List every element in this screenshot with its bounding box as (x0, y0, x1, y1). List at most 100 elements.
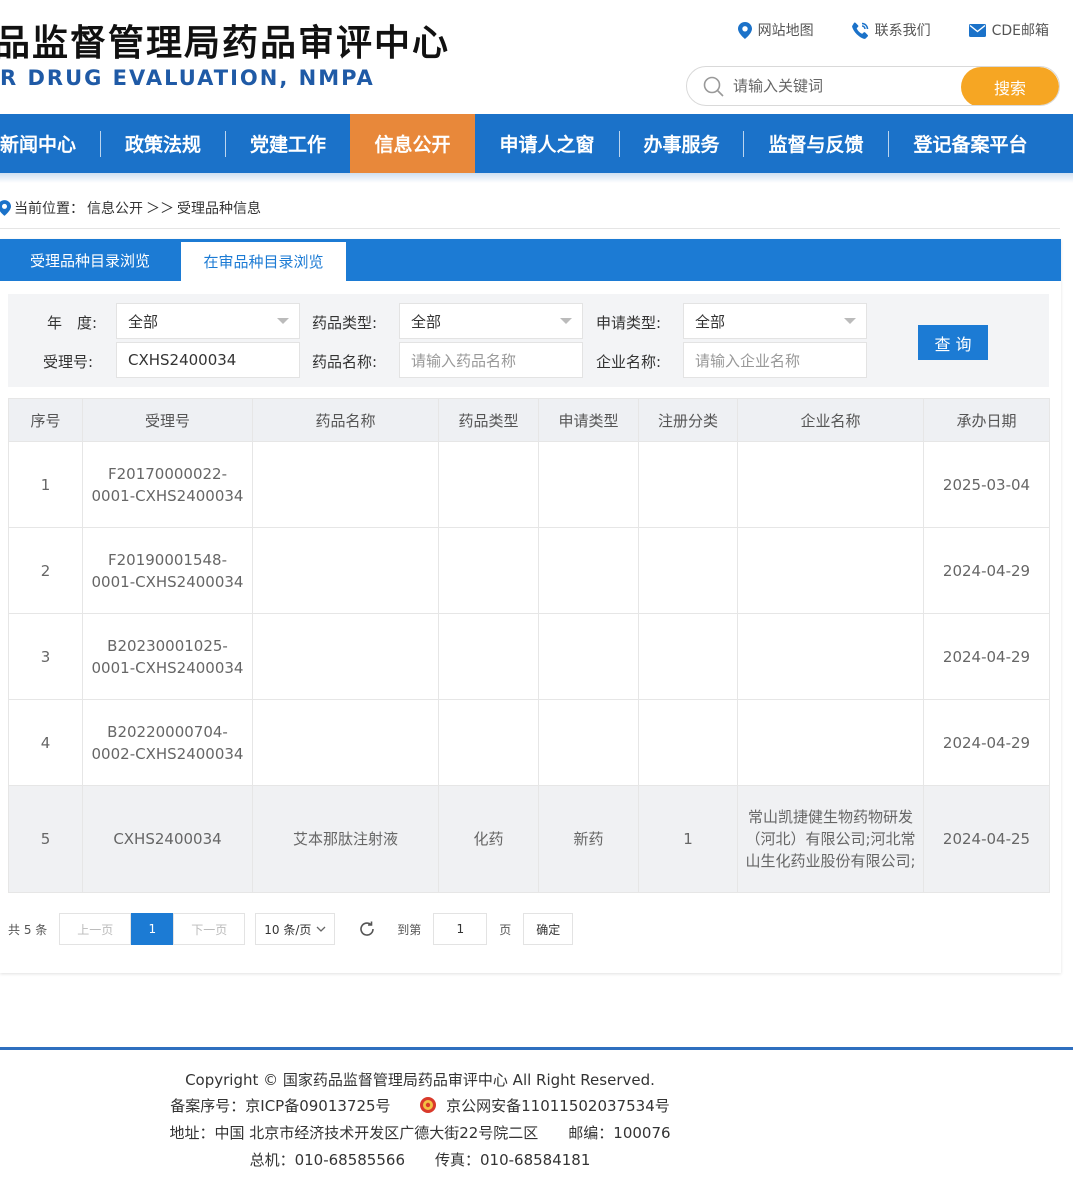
page-unit-label: 页 (499, 922, 512, 937)
cell-apply-type (538, 613, 639, 700)
nav-item-registration[interactable]: 登记备案平台 (889, 114, 1052, 173)
phone-fax-text: 总机：010-68585566 传真：010-68584181 (249, 1151, 591, 1169)
breadcrumb-divider (0, 228, 1060, 229)
cell-date: 2024-04-29 (923, 613, 1050, 700)
cell-accept-no: F20170000022-0001-CXHS2400034 (82, 441, 253, 528)
cell-reg-class (638, 613, 738, 700)
contact-label: 联系我们 (874, 23, 931, 39)
filter-form: 年 度: 全部 药品类型: 全部 申请类型: 全部 受理号: CXHS24000… (8, 294, 1049, 387)
table-row[interactable]: 1 F20170000022-0001-CXHS2400034 2025-03-… (8, 441, 1050, 528)
record-row: 备案序号：京ICP备09013725号 京公网安备11011502037534号 (0, 1095, 840, 1116)
table-row[interactable]: 5 CXHS2400034 艾本那肽注射液 化药 新药 1 常山凯捷健生物药物研… (8, 785, 1050, 893)
year-select[interactable]: 全部 (116, 303, 300, 339)
page-size-value: 10 条/页 (264, 922, 312, 937)
cell-company (737, 441, 924, 528)
search-input[interactable] (733, 67, 963, 105)
cell-company (737, 613, 924, 700)
col-header-drug-type: 药品类型 (438, 398, 539, 442)
cell-date: 2024-04-29 (923, 699, 1050, 786)
cell-accept-no: B20220000704-0002-CXHS2400034 (82, 699, 253, 786)
confirm-goto-button[interactable]: 确定 (523, 913, 574, 945)
col-header-accept-no: 受理号 (82, 398, 253, 442)
table-header-row: 序号 受理号 药品名称 药品类型 申请类型 注册分类 企业名称 承办日期 (8, 398, 1050, 442)
site-title-cn[interactable]: 品监督管理局药品审评中心 (0, 14, 450, 66)
chevron-down-icon (844, 318, 856, 324)
chevron-down-icon (277, 318, 289, 324)
page-size-select[interactable]: 10 条/页 (255, 913, 336, 945)
cell-apply-type (538, 527, 639, 614)
police-emblem-icon (420, 1097, 437, 1113)
nav-item-info-public[interactable]: 信息公开 (350, 114, 475, 173)
company-placeholder: 请输入企业名称 (695, 351, 801, 370)
police-record[interactable]: 京公网安备11011502037534号 (446, 1097, 670, 1115)
apply-type-select[interactable]: 全部 (683, 303, 867, 339)
drug-type-select[interactable]: 全部 (399, 303, 583, 339)
refresh-icon[interactable] (357, 919, 377, 939)
mail-link[interactable]: CDE邮箱 (968, 20, 1049, 40)
site-title-en[interactable]: R DRUG EVALUATION, NMPA (0, 66, 375, 90)
sitemap-link[interactable]: 网站地图 (737, 20, 814, 40)
col-header-drug-name: 药品名称 (252, 398, 439, 442)
company-label: 企业名称: (596, 353, 662, 371)
next-page-button[interactable]: 下一页 (173, 913, 246, 945)
cell-date: 2025-03-04 (923, 441, 1050, 528)
year-select-value: 全部 (128, 312, 159, 331)
tab-under-review-catalog[interactable]: 在审品种目录浏览 (181, 242, 346, 281)
cell-no: 4 (8, 699, 83, 786)
table-row[interactable]: 3 B20230001025-0001-CXHS2400034 2024-04-… (8, 613, 1050, 700)
cell-accept-no: CXHS2400034 (82, 785, 253, 893)
search-button[interactable]: 搜索 (961, 67, 1059, 105)
cell-date: 2024-04-29 (923, 527, 1050, 614)
col-header-company: 企业名称 (737, 398, 924, 442)
breadcrumb: 当前位置： 信息公开 ＞＞ 受理品种信息 (0, 198, 261, 218)
goto-page-input[interactable] (433, 913, 488, 945)
site-header: 品监督管理局药品审评中心 R DRUG EVALUATION, NMPA 网站地… (0, 0, 1073, 114)
nav-item-applicant[interactable]: 申请人之窗 (475, 114, 619, 173)
breadcrumb-info-public[interactable]: 信息公开 (87, 198, 143, 218)
table-row[interactable]: 2 F20190001548-0001-CXHS2400034 2024-04-… (8, 527, 1050, 614)
cell-no: 3 (8, 613, 83, 700)
query-button[interactable]: 查 询 (918, 325, 988, 360)
accept-no-input[interactable]: CXHS2400034 (116, 342, 300, 378)
apply-type-select-value: 全部 (695, 312, 726, 331)
cell-drug-type: 化药 (438, 785, 539, 893)
pagination: 共 5 条 上一页 1 下一页 10 条/页 到第 页 确定 (8, 913, 574, 945)
col-header-date: 承办日期 (923, 398, 1050, 442)
cell-no: 2 (8, 527, 83, 614)
nav-item-news[interactable]: 新闻中心 (0, 114, 100, 173)
nav-item-party[interactable]: 党建工作 (226, 114, 350, 173)
contact-link[interactable]: 联系我们 (851, 20, 931, 40)
prev-page-button[interactable]: 上一页 (59, 913, 132, 945)
tab-accepted-catalog[interactable]: 受理品种目录浏览 (0, 239, 180, 281)
cell-reg-class: 1 (638, 785, 738, 893)
chevron-down-icon (560, 318, 572, 324)
col-header-apply-type: 申请类型 (538, 398, 639, 442)
content-panel: 受理品种目录浏览 在审品种目录浏览 年 度: 全部 药品类型: 全部 申请类型:… (0, 239, 1061, 973)
total-count: 共 5 条 (8, 922, 48, 937)
search-icon (703, 76, 724, 97)
cell-reg-class (638, 699, 738, 786)
cell-company (737, 699, 924, 786)
col-header-no: 序号 (8, 398, 83, 442)
nav-shadow (0, 173, 1073, 183)
sitemap-label: 网站地图 (757, 23, 814, 39)
company-input[interactable]: 请输入企业名称 (683, 342, 867, 378)
nav-item-policy[interactable]: 政策法规 (101, 114, 225, 173)
breadcrumb-current[interactable]: 受理品种信息 (177, 198, 261, 218)
breadcrumb-separator: ＞＞ (146, 201, 174, 217)
phone-icon (851, 22, 868, 39)
drug-name-placeholder: 请输入药品名称 (411, 351, 517, 370)
table-row[interactable]: 4 B20220000704-0002-CXHS2400034 2024-04-… (8, 699, 1050, 786)
cell-company (737, 527, 924, 614)
location-pin-icon (0, 200, 11, 216)
icp-record[interactable]: 备案序号：京ICP备09013725号 (170, 1097, 390, 1115)
cell-drug-type (438, 613, 539, 700)
cell-accept-no: F20190001548-0001-CXHS2400034 (82, 527, 253, 614)
page-1-button[interactable]: 1 (131, 913, 174, 945)
nav-item-supervision[interactable]: 监督与反馈 (744, 114, 888, 173)
cell-drug-type (438, 527, 539, 614)
apply-type-label: 申请类型: (596, 314, 662, 332)
nav-item-services[interactable]: 办事服务 (620, 114, 743, 173)
drug-name-input[interactable]: 请输入药品名称 (399, 342, 583, 378)
cell-drug-name: 艾本那肽注射液 (252, 785, 439, 893)
